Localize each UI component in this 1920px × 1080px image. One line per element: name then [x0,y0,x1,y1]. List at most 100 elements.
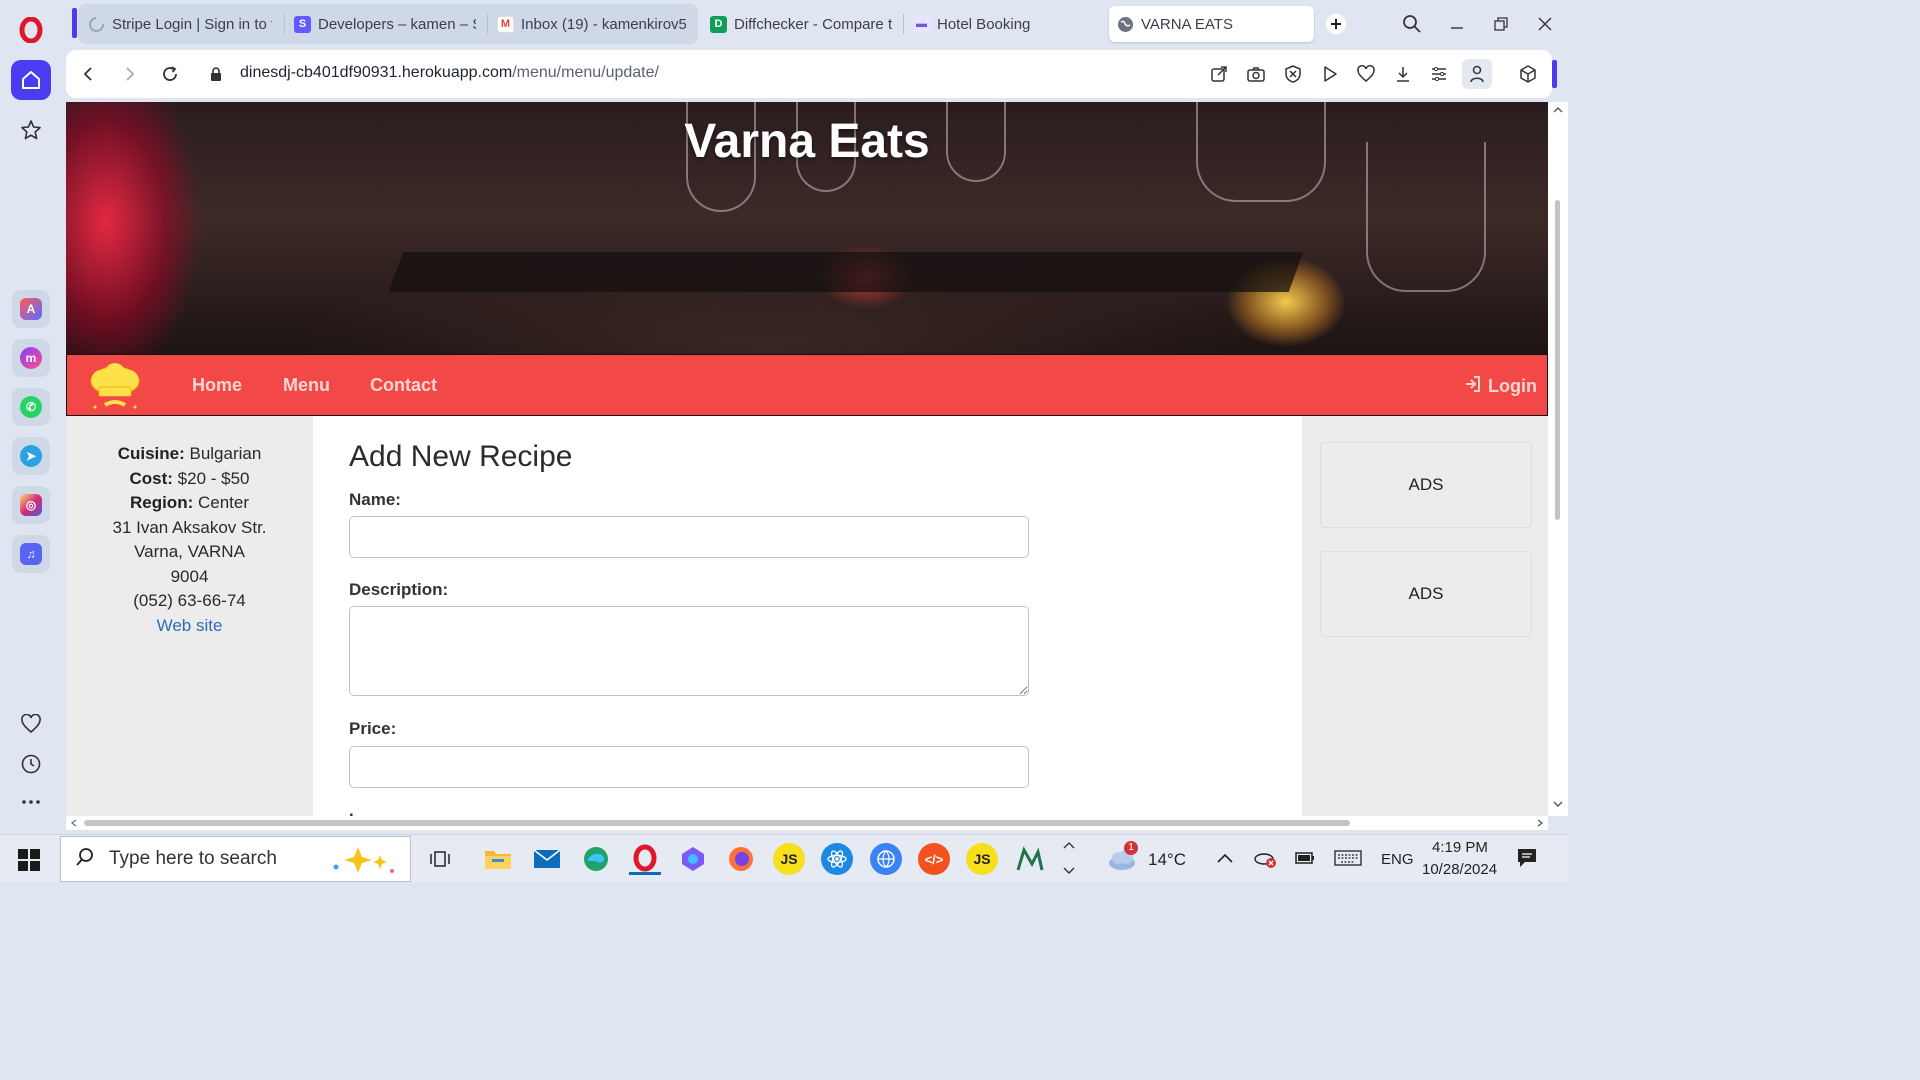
cost-label: Cost: [129,469,173,488]
opera-taskbar-icon[interactable] [629,843,661,875]
show-hidden-icons-chevron-icon[interactable] [1216,851,1234,869]
lock-icon[interactable] [204,62,228,86]
easy-setup-icon[interactable] [1428,63,1450,85]
javascript-app-icon[interactable]: JS [773,843,805,875]
tab-gmail-inbox[interactable]: M Inbox (19) - kamenkirov5 [489,6,694,42]
ad-box[interactable]: ADS [1320,442,1532,528]
address-line-2: Varna, VARNA [134,542,245,561]
price-label: Price: [349,719,397,738]
scroll-left-icon[interactable] [70,819,78,827]
forward-arrow-icon[interactable] [118,62,142,86]
weather-temp[interactable]: 14°C [1148,850,1186,870]
edge-browser-icon[interactable] [580,843,612,875]
keyboard-icon[interactable] [1334,849,1362,872]
battery-icon[interactable] [1294,849,1316,872]
history-clock-icon[interactable] [11,744,51,784]
download-icon[interactable] [1392,63,1414,85]
javascript-app-icon-2[interactable]: JS [966,843,998,875]
bookmark-heart-icon[interactable] [1355,63,1377,85]
opera-logo-icon[interactable] [11,10,51,50]
taskbar-search-box[interactable]: Type here to search [60,836,411,882]
profile-icon[interactable] [1462,59,1492,89]
adblock-icon[interactable] [1282,63,1304,85]
tab-stripe-developers[interactable]: S Developers – kamen – Stri [286,6,484,42]
login-icon [1464,375,1482,398]
name-input[interactable] [349,516,1029,558]
horizontal-scroll-thumb[interactable] [84,820,1350,826]
cuisine-label: Cuisine: [117,444,185,463]
file-explorer-icon[interactable] [482,843,514,875]
restaurant-info-panel: Cuisine: Bulgarian Cost: $20 - $50 Regio… [66,416,313,816]
cuisine-line: Cuisine: Bulgarian [66,444,313,464]
windows-start-icon[interactable] [18,849,40,876]
home-icon[interactable] [11,60,51,100]
taskbar-overflow-icon[interactable] [1062,839,1076,882]
scroll-down-icon[interactable] [1553,800,1563,808]
firefox-icon[interactable] [725,843,757,875]
share-icon[interactable] [1208,63,1230,85]
cost-line: Cost: $20 - $50 [66,469,313,489]
login-link[interactable]: Login [1464,375,1537,398]
windows-taskbar: Type here to search JS </> JS 1 14°C ENG… [0,834,1568,882]
scroll-up-icon[interactable] [1553,106,1563,114]
scroll-right-icon[interactable] [1536,819,1544,827]
weather-cloud-icon[interactable]: 1 [1106,841,1140,878]
speed-dial-star-icon[interactable] [11,110,51,150]
notifications-icon[interactable] [1516,847,1538,874]
restore-icon[interactable] [1486,10,1516,38]
music-player-icon[interactable]: ♫ [12,535,50,573]
price-input[interactable] [349,746,1029,788]
description-label: Description: [349,580,449,599]
camera-icon[interactable] [1245,63,1267,85]
stats-app-icon[interactable] [1014,843,1046,875]
whatsapp-icon[interactable]: ✆ [12,388,50,426]
nav-menu-link[interactable]: Menu [283,375,330,396]
hotel-icon: ▬ [913,15,930,33]
minimize-icon[interactable] [1442,10,1472,38]
language-indicator[interactable]: ENG [1381,851,1414,868]
next-field-label: . [349,801,354,816]
new-tab-plus-icon[interactable] [1321,10,1351,38]
player-play-icon[interactable] [1319,63,1341,85]
tab-title: Diffchecker - Compare te [734,15,892,33]
extensions-cube-icon[interactable] [1517,63,1539,85]
browser-app-icon[interactable] [870,843,902,875]
code-editor-icon[interactable]: </> [918,843,950,875]
copilot-icon[interactable] [677,843,709,875]
clock-date[interactable]: 10/28/2024 [1422,861,1497,878]
task-view-icon[interactable] [424,843,456,875]
more-options-icon[interactable] [11,782,51,822]
telegram-icon[interactable]: ➤ [12,437,50,475]
ad-box[interactable]: ADS [1320,551,1532,637]
description-textarea[interactable] [349,606,1029,696]
horizontal-scrollbar[interactable] [66,816,1548,830]
sidebar-toggle-indicator[interactable] [1552,60,1557,88]
search-tabs-icon[interactable] [1397,10,1427,38]
favorites-heart-icon[interactable] [11,704,51,744]
vertical-scroll-thumb[interactable] [1555,200,1560,520]
nav-home-link[interactable]: Home [192,375,242,396]
url-field[interactable]: dinesdj-cb401df90931.herokuapp.com/menu/… [240,64,659,82]
reload-icon[interactable] [158,62,182,86]
postal-code: 9004 [170,567,209,586]
tab-varna-eats[interactable]: VARNA EATS [1109,6,1314,42]
address-bar: dinesdj-cb401df90931.herokuapp.com/menu/… [66,50,1557,98]
react-devtools-icon[interactable] [821,843,853,875]
onedrive-error-icon[interactable] [1254,849,1278,874]
mail-icon[interactable] [531,843,563,875]
tab-strip: Stripe Login | Sign in to th S Developer… [62,0,1568,48]
close-window-icon[interactable] [1530,10,1560,38]
tab-title: Developers – kamen – Stri [318,15,476,33]
clock-time[interactable]: 4:19 PM [1432,839,1488,856]
tab-stripe-login[interactable]: Stripe Login | Sign in to th [80,6,280,42]
nav-contact-link[interactable]: Contact [370,375,437,396]
back-arrow-icon[interactable] [76,62,100,86]
aria-app-icon[interactable]: A [12,290,50,328]
tab-hotel-booking[interactable]: ▬ Hotel Booking [905,6,1105,42]
chef-hat-logo-icon[interactable] [87,363,143,413]
instagram-icon[interactable]: ◎ [12,486,50,524]
vertical-scrollbar[interactable] [1548,102,1568,816]
messenger-icon[interactable]: m [12,339,50,377]
website-link[interactable]: Web site [157,616,223,635]
tab-diffchecker[interactable]: D Diffchecker - Compare te [702,6,900,42]
